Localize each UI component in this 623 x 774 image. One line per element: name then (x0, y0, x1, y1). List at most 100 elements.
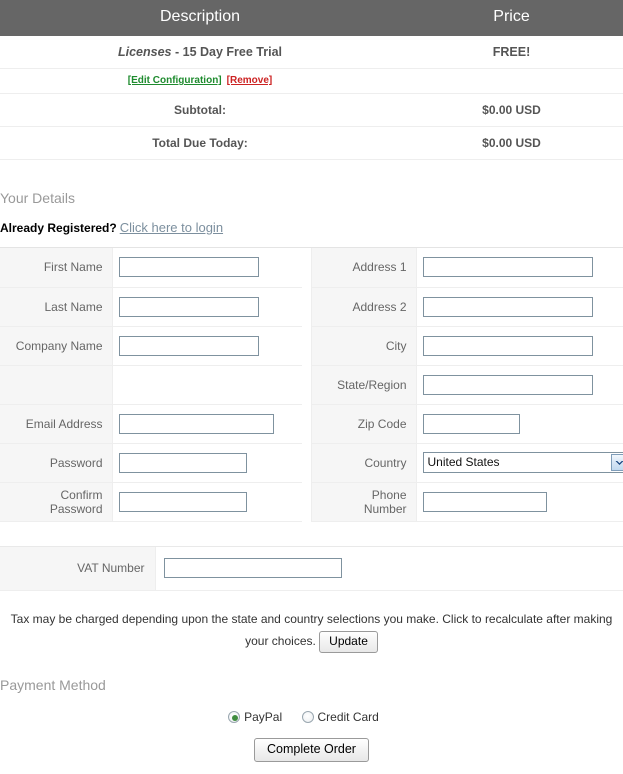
confirm-password-label: Confirm Password (0, 482, 113, 522)
city-cell (416, 326, 623, 366)
vat-number-label: VAT Number (0, 546, 156, 591)
edit-configuration-link[interactable]: [Edit Configuration] (128, 75, 222, 86)
column-header-price: Price (400, 0, 623, 36)
confirm-password-cell (112, 482, 302, 522)
login-link[interactable]: Click here to login (120, 220, 223, 235)
form-row-2: Last Name Address 2 (0, 287, 623, 327)
last-name-input[interactable] (118, 296, 259, 317)
state-region-label: State/Region (311, 365, 417, 405)
order-checkout-page: Description Price Licenses - 15 Day Free… (0, 0, 623, 774)
subtotal-value: $0.00 USD (400, 93, 623, 127)
update-button[interactable]: Update (319, 630, 378, 653)
company-name-label: Company Name (0, 326, 113, 366)
email-address-label: Email Address (0, 404, 113, 444)
payment-method-heading: Payment Method (0, 676, 106, 693)
address2-input[interactable] (422, 296, 593, 317)
state-region-input[interactable] (422, 374, 593, 395)
first-name-input[interactable] (118, 257, 259, 278)
payment-option-credit-card[interactable]: Credit Card (301, 709, 379, 724)
password-cell (112, 443, 302, 483)
form-row-1: First Name Address 1 (0, 248, 623, 288)
address2-cell (416, 287, 623, 327)
phone-number-label: Phone Number (311, 482, 417, 522)
address2-label: Address 2 (311, 287, 417, 327)
total-due-row: Total Due Today: $0.00 USD (0, 126, 623, 160)
complete-order-button[interactable]: Complete Order (254, 737, 369, 762)
email-address-input[interactable] (118, 413, 274, 434)
payment-option-paypal[interactable]: PayPal (228, 710, 285, 724)
tax-note-text: Tax may be charged depending upon the st… (10, 612, 613, 648)
empty-label-cell (0, 365, 113, 405)
column-gap-5 (302, 404, 312, 443)
already-registered-label: Already Registered? (0, 221, 117, 235)
column-header-description: Description (0, 0, 400, 36)
already-registered-line: Already Registered? Click here to login (0, 220, 623, 235)
zip-code-cell (416, 404, 623, 444)
city-input[interactable] (422, 335, 593, 356)
vat-table: VAT Number (0, 546, 623, 591)
form-row-3: Company Name City (0, 326, 623, 366)
product-name: Licenses (118, 45, 172, 59)
tax-note: Tax may be charged depending upon the st… (10, 608, 613, 653)
order-item-description: Licenses - 15 Day Free Trial (0, 36, 400, 69)
column-gap-2 (302, 287, 312, 326)
address1-input[interactable] (422, 257, 593, 278)
country-select[interactable]: United States (422, 452, 623, 473)
details-form-table: First Name Address 1 Last Name Address 2… (0, 248, 623, 522)
first-name-label: First Name (0, 248, 113, 288)
order-item-actions: [Edit Configuration] [Remove] (0, 68, 400, 94)
state-region-cell (416, 365, 623, 405)
payment-option-credit-card-label: Credit Card (317, 709, 379, 724)
vat-number-input[interactable] (163, 558, 342, 579)
form-row-4: State/Region (0, 365, 623, 405)
first-name-cell (112, 248, 302, 288)
zip-code-input[interactable] (422, 413, 520, 434)
product-term: - 15 Day Free Trial (171, 45, 282, 59)
empty-field-cell (112, 365, 302, 405)
subtotal-label: Subtotal: (0, 93, 400, 127)
address1-label: Address 1 (311, 248, 417, 288)
zip-code-label: Zip Code (311, 404, 417, 444)
email-address-cell (112, 404, 302, 444)
order-item-actions-price-spacer (400, 68, 623, 94)
company-name-input[interactable] (118, 335, 259, 356)
details-form: First Name Address 1 Last Name Address 2… (0, 247, 623, 522)
city-label: City (311, 326, 417, 366)
country-label: Country (311, 443, 417, 483)
column-gap-4 (302, 365, 312, 404)
company-name-cell (112, 326, 302, 366)
remove-item-link[interactable]: [Remove] (227, 75, 273, 86)
phone-number-input[interactable] (422, 491, 547, 512)
submit-area: Complete Order (0, 737, 623, 762)
order-summary-table: Description Price Licenses - 15 Day Free… (0, 0, 623, 160)
chevron-down-icon[interactable] (610, 454, 623, 471)
confirm-password-input[interactable] (118, 491, 247, 512)
radio-credit-card-icon[interactable] (301, 710, 314, 723)
order-table-header-row: Description Price (0, 0, 623, 36)
order-item-actions-row: [Edit Configuration] [Remove] (0, 68, 623, 94)
vat-number-cell (155, 546, 623, 591)
form-row-7: Confirm Password Phone Number (0, 482, 623, 522)
total-due-label: Total Due Today: (0, 126, 400, 160)
payment-options: PayPal Credit Card (0, 710, 623, 724)
payment-option-paypal-label: PayPal (244, 709, 283, 724)
total-due-value: $0.00 USD (400, 126, 623, 160)
phone-number-cell (416, 482, 623, 522)
password-label: Password (0, 443, 113, 483)
password-input[interactable] (118, 452, 247, 473)
vat-row: VAT Number (0, 546, 623, 591)
radio-paypal-icon[interactable] (228, 710, 241, 723)
country-selected-value: United States (427, 455, 500, 469)
form-row-6: Password Country United States (0, 443, 623, 483)
column-gap-6 (302, 443, 312, 482)
last-name-cell (112, 287, 302, 327)
subtotal-row: Subtotal: $0.00 USD (0, 93, 623, 127)
address1-cell (416, 248, 623, 288)
column-gap-3 (302, 326, 312, 365)
column-gap-1 (302, 248, 312, 287)
form-row-5: Email Address Zip Code (0, 404, 623, 444)
vat-section: VAT Number (0, 545, 623, 591)
order-item-price: FREE! (400, 36, 623, 69)
your-details-heading: Your Details (0, 190, 75, 206)
country-cell: United States (416, 443, 623, 483)
